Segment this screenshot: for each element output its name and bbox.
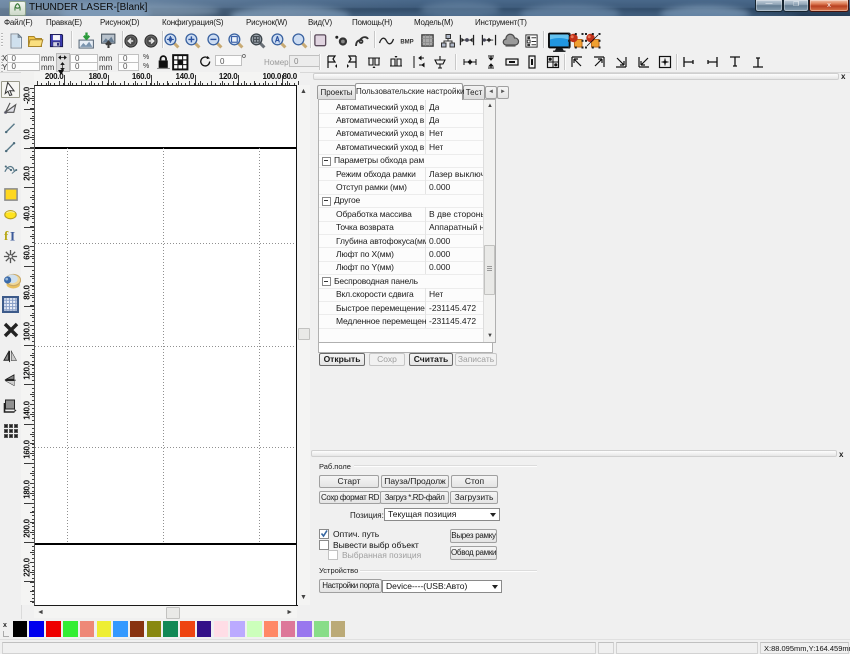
svg-text:I: I bbox=[10, 229, 15, 244]
svg-text:BMP: BMP bbox=[400, 39, 413, 45]
svg-text:f: f bbox=[4, 228, 9, 243]
